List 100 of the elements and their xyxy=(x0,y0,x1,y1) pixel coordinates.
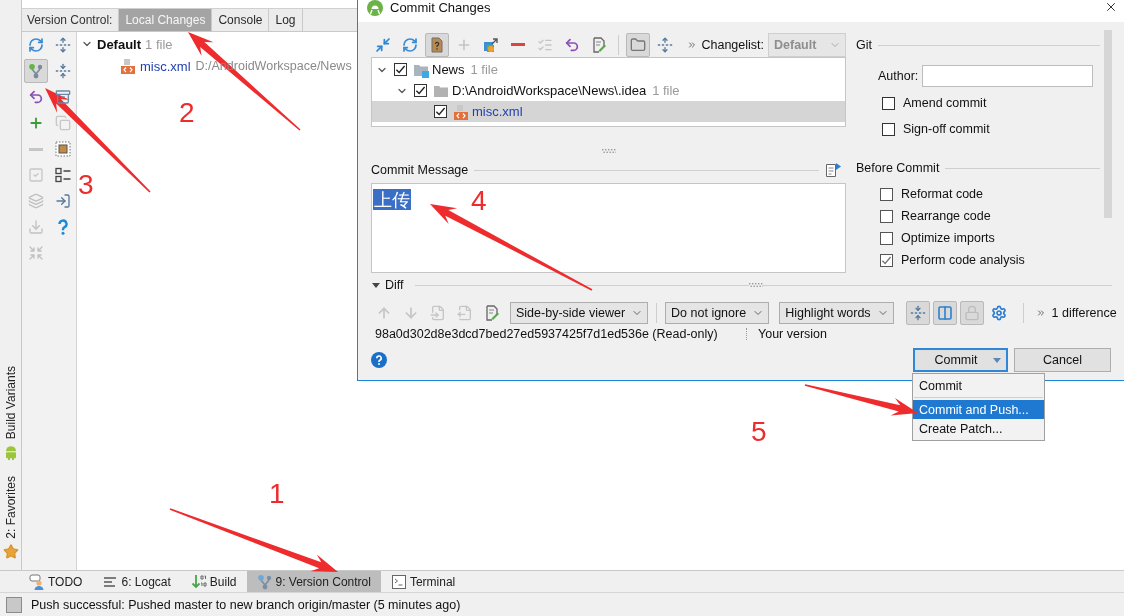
checkbox[interactable] xyxy=(880,253,893,267)
message-text: 上传 xyxy=(373,189,411,210)
difference-count: 1 difference xyxy=(1051,306,1117,320)
checkmark-icon xyxy=(435,106,446,117)
commit-button[interactable]: Commit xyxy=(913,348,1008,372)
dropdown[interactable]: Do not ignore xyxy=(665,302,770,324)
close-button[interactable] xyxy=(1104,0,1118,14)
file-count: 1 file xyxy=(145,36,173,52)
branch-icon xyxy=(256,573,273,590)
status-message: Push successful: Pushed master to new branch origin/master (5 minutes ago) xyxy=(31,597,461,612)
terminal-icon xyxy=(390,573,407,590)
file-count: 1 file xyxy=(652,83,680,98)
toggle-button[interactable] xyxy=(932,301,957,325)
stacked-squares-icon xyxy=(483,36,499,53)
commit-button[interactable] xyxy=(23,59,48,83)
annotation-number: 4 xyxy=(471,185,487,217)
tool-tab[interactable]: 6: Logcat xyxy=(92,571,181,592)
revision-title: 98a0d302d8e3dcd7bed27ed5937425f7d1ed536e (Read-only) xyxy=(375,327,719,341)
dialog-title: Commit Changes xyxy=(390,0,491,16)
document-icon xyxy=(825,162,841,178)
tool-tab[interactable]: Build xyxy=(180,571,247,592)
help-icon xyxy=(371,352,387,368)
tool-tab[interactable]: Terminal xyxy=(380,571,466,592)
changelist-label: Changelist: xyxy=(701,37,764,52)
star-icon xyxy=(2,544,19,560)
annotation-number: 3 xyxy=(78,169,94,201)
side-tab[interactable]: 2: Favorites xyxy=(2,476,19,560)
file-arrow-icon xyxy=(430,305,446,321)
tree-row[interactable]: News 1 file xyxy=(372,59,845,80)
checkbox[interactable] xyxy=(882,122,895,136)
list-icon xyxy=(54,167,71,183)
checkbox[interactable] xyxy=(434,105,447,118)
person-icon xyxy=(29,573,45,590)
checkmark-icon xyxy=(415,85,426,96)
minus-icon xyxy=(511,43,525,46)
settings-icon xyxy=(990,305,1007,321)
tool-button[interactable] xyxy=(425,32,449,57)
close-icon xyxy=(1104,0,1118,14)
edit-file-icon xyxy=(591,36,607,53)
edit-file-icon xyxy=(484,305,500,321)
folder-name: D:\AndroidWorkspace\News\.idea xyxy=(452,83,647,98)
dropdown[interactable]: Highlight words xyxy=(779,302,894,324)
author-field[interactable] xyxy=(922,65,1094,87)
dropdown[interactable]: Side-by-side viewer xyxy=(510,302,649,324)
file-arrow-icon xyxy=(457,305,473,321)
panel-title: Version Control: xyxy=(27,12,114,29)
checkbox[interactable] xyxy=(880,231,893,245)
section-label: Git xyxy=(856,38,872,52)
shrink-icon xyxy=(375,36,391,53)
collapse-all-icon xyxy=(54,63,71,79)
minus-icon xyxy=(28,147,43,151)
arrow-down-icon xyxy=(190,573,207,590)
tool-button[interactable] xyxy=(626,32,650,57)
branch-icon xyxy=(27,63,44,79)
checkmark-icon xyxy=(881,254,892,266)
refresh-icon xyxy=(27,37,44,53)
xml-file-icon xyxy=(120,58,136,74)
tool-tab[interactable]: 9: Version Control xyxy=(246,571,381,592)
toggle-button[interactable] xyxy=(905,301,930,325)
section-label: Before Commit xyxy=(856,161,940,175)
checkbox[interactable] xyxy=(882,96,895,110)
cancel-button[interactable]: Cancel xyxy=(1014,348,1111,372)
checkbox[interactable] xyxy=(880,209,893,223)
checkbox[interactable] xyxy=(394,63,407,76)
file-name: misc.xml xyxy=(140,58,191,74)
version-title: Your version xyxy=(758,327,828,341)
changelist-name: Default xyxy=(97,36,142,52)
grip-icon xyxy=(749,282,764,287)
annotation-number: 2 xyxy=(179,97,195,129)
menu-item[interactable]: Create Patch... xyxy=(913,419,1044,438)
scrollbar[interactable] xyxy=(1104,30,1112,218)
archive-icon xyxy=(54,89,71,105)
xml-file-icon xyxy=(453,103,469,120)
chevrons-right-icon xyxy=(687,39,698,50)
menu-item[interactable]: Commit and Push... xyxy=(913,400,1044,419)
undo-icon xyxy=(27,89,44,105)
refresh-icon xyxy=(402,36,418,53)
menu-item[interactable]: Commit xyxy=(913,376,1044,395)
tree-row[interactable]: D:\AndroidWorkspace\News\.idea 1 file xyxy=(372,80,845,101)
side-tab[interactable]: Build Variants xyxy=(2,366,19,461)
checkbox-label: Perform code analysis xyxy=(901,253,1025,267)
tool-tab[interactable]: TODO xyxy=(19,571,93,592)
expand-all-icon xyxy=(54,37,71,53)
arrow-down-icon xyxy=(403,305,419,321)
checkbox-label: Optimize imports xyxy=(901,231,995,245)
caret-icon xyxy=(992,357,1001,363)
shrink-icon xyxy=(27,245,44,261)
checkbox-icon xyxy=(27,167,44,183)
checkbox[interactable] xyxy=(414,84,427,97)
checkbox-label: Sign-off commit xyxy=(903,122,990,136)
import-icon xyxy=(54,193,71,209)
copy-icon xyxy=(54,115,71,131)
tree-row[interactable]: misc.xml xyxy=(372,101,845,122)
field-label: Author: xyxy=(878,69,919,83)
collapse-icon xyxy=(909,305,926,321)
checkbox[interactable] xyxy=(880,187,893,201)
file-count: 1 file xyxy=(470,62,498,77)
layers-icon xyxy=(27,193,44,209)
checkmark-icon xyxy=(395,64,406,75)
section-label: Diff xyxy=(385,278,404,292)
